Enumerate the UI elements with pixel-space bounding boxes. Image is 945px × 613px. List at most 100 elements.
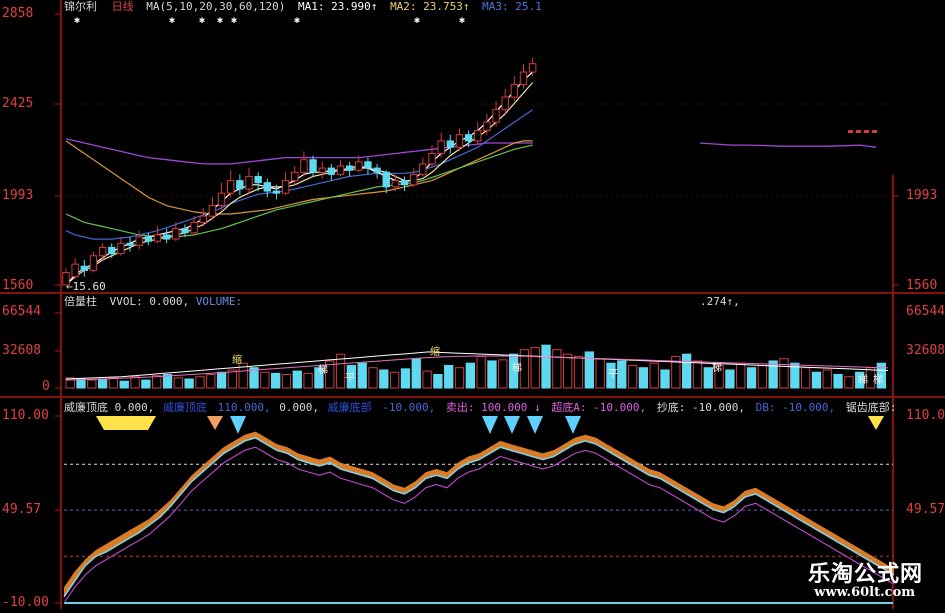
candle-body xyxy=(291,171,299,182)
candle-body xyxy=(382,171,390,188)
candle-body xyxy=(263,182,272,192)
stock-chart[interactable]: 锦尔利 日线 MA(5,10,20,30,60,120) MA1: 23.990… xyxy=(0,0,945,610)
price-tick-left: 2425 xyxy=(2,96,34,111)
candle-body xyxy=(856,130,861,133)
volume-header: 倍量柱 VVOL: 0.000, VOLUME: xyxy=(64,295,242,308)
star-icon: ✱ xyxy=(217,15,224,26)
candle-body xyxy=(190,221,198,234)
candle-body xyxy=(135,236,143,246)
volume-bar xyxy=(811,371,822,389)
star-icon: ✱ xyxy=(74,15,81,26)
volume-tick-left: 32608 xyxy=(2,343,42,358)
volume-bar xyxy=(757,364,768,389)
volume-bar xyxy=(195,376,205,389)
price-tick-left: 1560 xyxy=(2,278,34,293)
volume-value: VOLUME: xyxy=(195,295,243,308)
candle-body xyxy=(254,175,262,184)
ma-line-blue xyxy=(65,109,534,240)
volume-bar xyxy=(465,362,475,389)
candle-body xyxy=(108,246,116,255)
indicator-panel[interactable] xyxy=(63,416,895,604)
candle-body xyxy=(501,96,509,111)
vvol-value: VVOL: 0.000, xyxy=(109,295,190,308)
candle-body xyxy=(428,152,436,165)
volume-panel[interactable] xyxy=(65,344,889,389)
indicator-field: 威廉顶底 0.000, xyxy=(64,401,155,414)
star-icon: ✱ xyxy=(294,15,301,26)
volume-bar xyxy=(260,371,270,389)
candle-body xyxy=(98,246,107,257)
price-tick-right: 1560 xyxy=(906,278,938,293)
bar-label: 梯 xyxy=(318,365,328,376)
volume-bar xyxy=(736,362,746,389)
volume-bar xyxy=(800,367,811,389)
volume-bar xyxy=(454,367,465,389)
volume-bar xyxy=(368,367,378,389)
volume-bar xyxy=(271,372,281,389)
volume-bar xyxy=(292,370,302,389)
bar-label: 梯 xyxy=(873,375,883,386)
volume-tick-right: 66544 xyxy=(906,304,945,319)
candle-body xyxy=(519,71,528,86)
volume-bar xyxy=(595,358,605,389)
indicator-field: 卖出: 100.000 ↓ xyxy=(445,401,541,414)
candle-body xyxy=(492,109,500,123)
volume-bar xyxy=(281,373,292,389)
candle-body xyxy=(245,175,253,190)
price-panel[interactable] xyxy=(62,57,877,286)
bar-label: 平 xyxy=(345,373,355,384)
volume-bar xyxy=(87,379,97,389)
ma2-value: MA2: 23.753↑ xyxy=(390,0,470,13)
bar-label: 平 xyxy=(608,369,618,380)
indicator-line-magenta xyxy=(63,446,895,604)
volume-bar xyxy=(357,362,367,389)
volume-bar xyxy=(227,369,238,389)
volume-bar xyxy=(152,375,162,389)
candle-body xyxy=(227,180,235,194)
volume-bar xyxy=(108,377,119,389)
bar-label: 缩 xyxy=(232,355,242,366)
volume-bar xyxy=(216,371,227,389)
bar-label: 缩 xyxy=(430,347,440,358)
candle-body xyxy=(474,130,482,142)
volume-bar xyxy=(389,371,400,389)
signal-triangle xyxy=(504,416,520,434)
volume-bar xyxy=(627,364,638,389)
volume-bar xyxy=(498,359,508,389)
volume-bar xyxy=(746,367,757,389)
indicator-field: 0.000, xyxy=(279,401,319,414)
period-label: 日线 xyxy=(111,0,134,13)
price-header: 锦尔利 日线 MA(5,10,20,30,60,120) MA1: 23.990… xyxy=(64,0,542,13)
star-icon: ✱ xyxy=(199,15,206,26)
ma-line-yellow xyxy=(65,82,534,286)
candle-body xyxy=(126,242,134,246)
candle-body xyxy=(162,234,171,240)
signal-triangle-orange xyxy=(207,416,223,430)
volume-tick-left: 0 xyxy=(42,379,50,394)
volume-bar xyxy=(649,362,659,389)
indicator-field: 110.000, xyxy=(217,401,271,414)
candle-body xyxy=(117,242,125,255)
candle-body xyxy=(281,180,290,194)
ma-line-green xyxy=(65,144,533,238)
low-price-marker: ←15.60 xyxy=(66,280,106,293)
candle-body xyxy=(217,192,226,207)
candle-body xyxy=(373,167,381,173)
indicator-field: 锯齿底部: xyxy=(845,401,897,414)
candle-body xyxy=(153,234,162,242)
signal-triangle xyxy=(565,416,581,434)
volume-bar xyxy=(660,369,670,389)
star-icon: ✱ xyxy=(169,15,176,26)
volume-bar xyxy=(617,360,627,389)
volume-bar xyxy=(422,370,432,389)
candle-body xyxy=(208,205,217,217)
volume-bar xyxy=(692,360,703,389)
volume-bar xyxy=(76,378,86,389)
indicator-field: -10.000, xyxy=(382,401,436,414)
volume-bar xyxy=(130,376,140,389)
volume-bar xyxy=(184,378,194,389)
candle-body xyxy=(364,161,372,169)
indicator-header: 威廉顶底 0.000, 威廉顶底 110.000, 0.000, 威廉底部 -1… xyxy=(64,401,896,414)
ma1-value: MA1: 23.990↑ xyxy=(297,0,378,13)
volume-bar xyxy=(379,369,389,389)
